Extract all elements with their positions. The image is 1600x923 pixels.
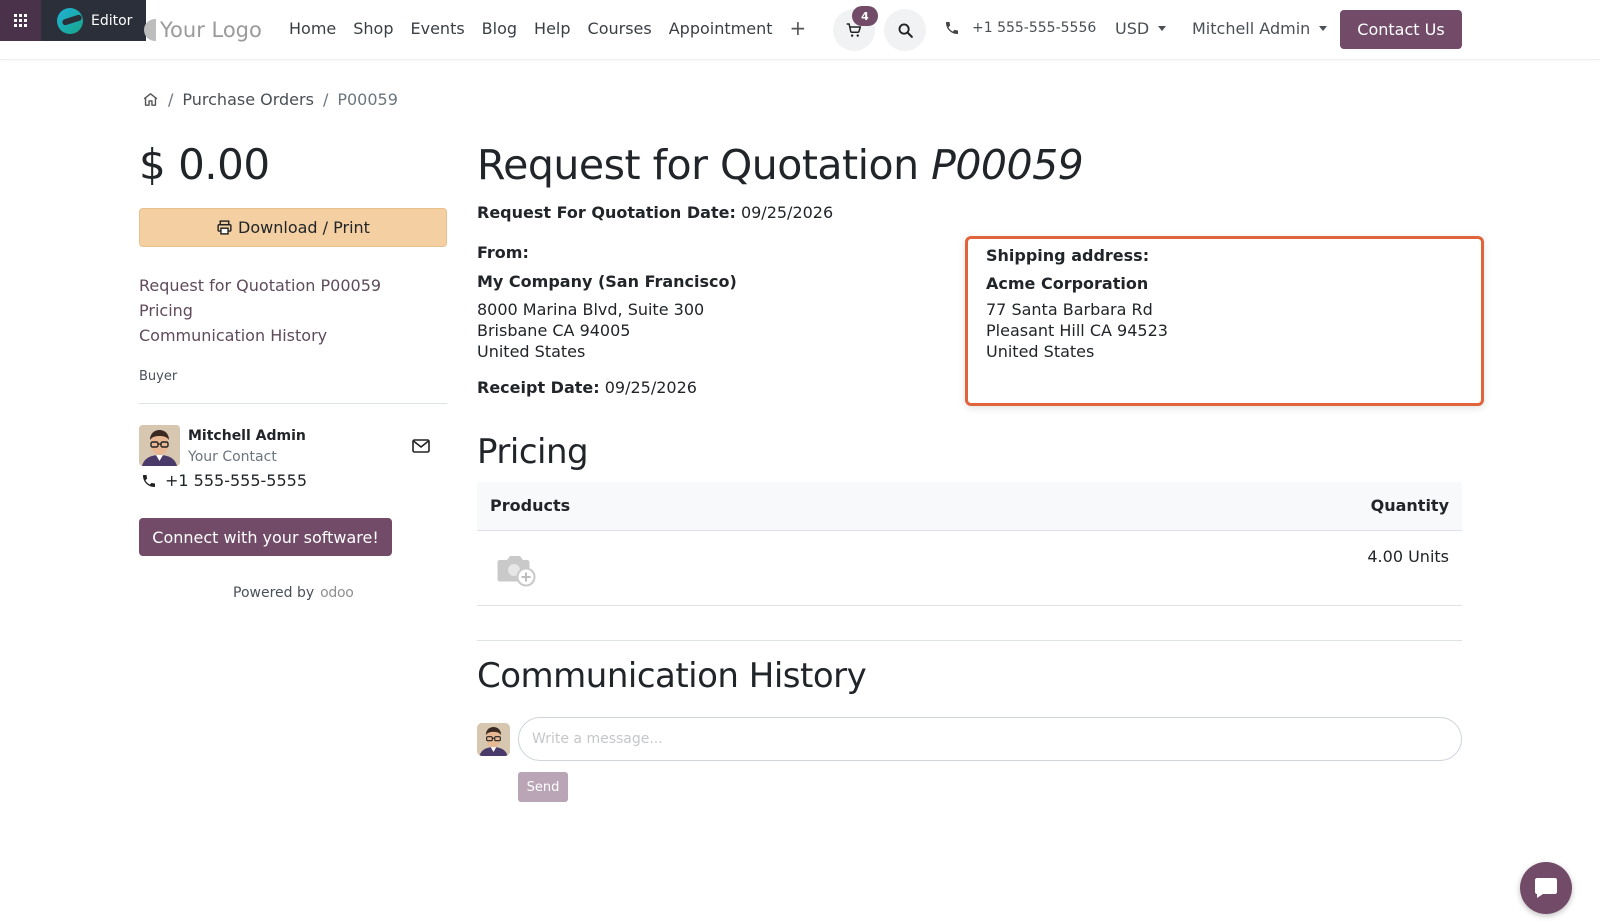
- breadcrumb-current: P00059: [337, 90, 398, 109]
- nav-item-events[interactable]: Events: [411, 19, 465, 38]
- from-address-line: United States: [477, 342, 586, 361]
- breadcrumb-separator: /: [322, 90, 329, 109]
- table-row: 4.00 Units: [477, 531, 1462, 606]
- shipping-label: Shipping address:: [986, 246, 1150, 265]
- mail-icon[interactable]: [412, 438, 430, 457]
- buyer-role: Your Contact: [188, 449, 277, 465]
- contact-us-button[interactable]: Contact Us: [1340, 10, 1462, 49]
- toc-link-history[interactable]: Communication History: [139, 323, 381, 348]
- nav-item-home[interactable]: Home: [289, 19, 336, 38]
- shipping-company: Acme Corporation: [986, 274, 1149, 293]
- buyer-phone: +1 555-555-5555: [141, 471, 307, 490]
- receipt-date-label: Receipt Date:: [477, 378, 600, 397]
- pricing-heading: Pricing: [477, 432, 589, 472]
- from-label: From:: [477, 243, 529, 262]
- page-title: Request for Quotation P00059: [477, 141, 1084, 189]
- send-button[interactable]: Send: [518, 772, 568, 802]
- home-icon[interactable]: [142, 91, 159, 108]
- buyer-name: Mitchell Admin: [188, 428, 306, 444]
- breadcrumb-purchase-orders[interactable]: Purchase Orders: [182, 90, 314, 109]
- main-nav: Home Shop Events Blog Help Courses Appoi…: [289, 18, 823, 38]
- message-input[interactable]: [518, 717, 1462, 761]
- editor-button[interactable]: Editor: [91, 13, 132, 29]
- user-name: Mitchell Admin: [1192, 19, 1311, 38]
- currency-label: USD: [1115, 19, 1150, 38]
- title-prefix: Request for Quotation: [477, 141, 919, 189]
- download-print-button[interactable]: Download / Print: [139, 208, 447, 247]
- shipping-address-line: Pleasant Hill CA 94523: [986, 321, 1168, 340]
- chevron-down-icon: [1319, 26, 1328, 31]
- editor-bar: Editor: [0, 0, 146, 41]
- from-address-line: 8000 Marina Blvd, Suite 300: [477, 300, 705, 319]
- top-navbar: Editor Your Logo Home Shop Events Blog H…: [0, 0, 1600, 60]
- column-header-products: Products: [490, 496, 571, 515]
- rfq-date-label: Request For Quotation Date:: [477, 203, 736, 222]
- nav-item-appointment[interactable]: Appointment: [669, 19, 773, 38]
- sidebar-divider: [139, 403, 447, 404]
- nav-item-blog[interactable]: Blog: [482, 19, 517, 38]
- odoo-logo[interactable]: odoo: [320, 585, 354, 601]
- rfq-date-value: 09/25/2026: [740, 203, 834, 222]
- section-divider: [477, 640, 1462, 641]
- communication-history-heading: Communication History: [477, 656, 867, 696]
- chevron-down-icon: [1158, 26, 1167, 31]
- search-button[interactable]: [884, 9, 926, 51]
- avatar-image: [477, 723, 510, 756]
- title-reference: P00059: [931, 141, 1084, 189]
- cart-count-badge: 4: [852, 6, 878, 26]
- total-amount: $ 0.00: [139, 140, 270, 189]
- table-of-contents: Request for Quotation P00059 Pricing Com…: [139, 273, 381, 348]
- shipping-address-box: Shipping address: Acme Corporation 77 Sa…: [965, 236, 1484, 406]
- avatar: [477, 723, 510, 756]
- nav-item-courses[interactable]: Courses: [588, 19, 652, 38]
- rfq-date: Request For Quotation Date: 09/25/2026: [477, 203, 833, 222]
- receipt-date-value: 09/25/2026: [604, 378, 697, 397]
- user-menu[interactable]: Mitchell Admin: [1192, 19, 1328, 38]
- site-logo[interactable]: Your Logo: [144, 14, 262, 46]
- avatar-image: [139, 425, 180, 466]
- powered-by-label: Powered by: [233, 585, 315, 601]
- apps-grid-icon: [14, 14, 27, 27]
- column-header-quantity: Quantity: [1370, 496, 1449, 515]
- buyer-phone-text: +1 555-555-5555: [165, 471, 308, 490]
- logo-mark-icon: [144, 19, 156, 41]
- add-menu-item-button[interactable]: +: [789, 18, 806, 38]
- receipt-date: Receipt Date: 09/25/2026: [477, 378, 697, 397]
- buyer-label: Buyer: [139, 369, 178, 384]
- chat-bubble-icon: [1535, 878, 1557, 898]
- phone-icon: [946, 22, 958, 34]
- toc-link-rfq[interactable]: Request for Quotation P00059: [139, 273, 381, 298]
- breadcrumb: / Purchase Orders / P00059: [142, 90, 398, 109]
- odoo-editor-logo-icon: [57, 7, 83, 34]
- pricing-table-header: Products Quantity: [477, 482, 1462, 531]
- breadcrumb-separator: /: [168, 90, 174, 109]
- currency-selector[interactable]: USD: [1115, 19, 1167, 38]
- from-address-line: Brisbane CA 94005: [477, 321, 631, 340]
- phone-icon: [143, 474, 155, 487]
- from-address: 8000 Marina Blvd, Suite 300 Brisbane CA …: [477, 299, 704, 362]
- download-print-label: Download / Print: [238, 218, 370, 237]
- powered-by: Powered by odoo: [233, 585, 354, 601]
- from-company: My Company (San Francisco): [477, 272, 737, 291]
- apps-menu-button[interactable]: [0, 0, 41, 41]
- nav-item-help[interactable]: Help: [534, 19, 570, 38]
- toc-link-pricing[interactable]: Pricing: [139, 298, 381, 323]
- avatar: [139, 425, 180, 466]
- logo-text: Your Logo: [160, 18, 262, 42]
- product-image-placeholder-icon: [497, 551, 537, 591]
- quantity-cell: 4.00 Units: [1367, 547, 1449, 566]
- live-chat-button[interactable]: [1520, 862, 1572, 914]
- search-icon: [898, 23, 913, 38]
- header-phone-text: +1 555-555-5556: [972, 20, 1097, 36]
- shipping-address: 77 Santa Barbara Rd Pleasant Hill CA 945…: [986, 299, 1463, 362]
- shipping-address-line: United States: [986, 342, 1095, 361]
- shipping-address-line: 77 Santa Barbara Rd: [986, 300, 1153, 319]
- header-phone[interactable]: +1 555-555-5556: [944, 20, 1096, 36]
- printer-icon: [217, 220, 232, 235]
- connect-software-button[interactable]: Connect with your software!: [139, 518, 392, 556]
- nav-item-shop[interactable]: Shop: [353, 19, 393, 38]
